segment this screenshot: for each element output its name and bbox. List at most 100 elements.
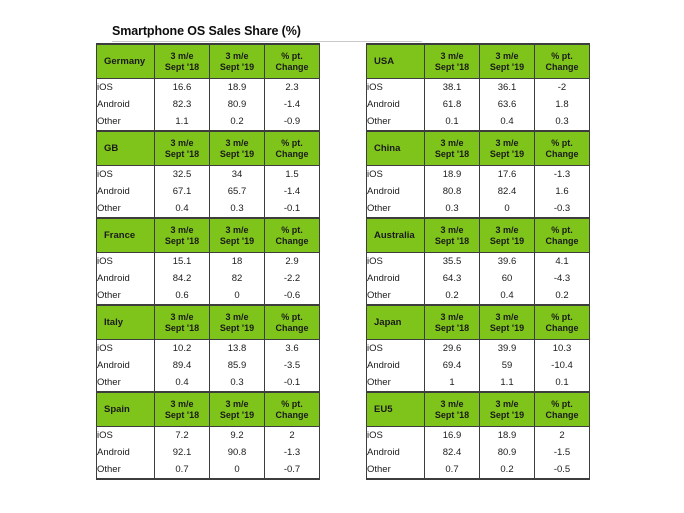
header-period-previous: 3 m/e Sept '18 <box>154 130 210 166</box>
value-period-current: 39.6 <box>479 252 535 270</box>
table-row: Android 92.1 90.8 -1.3 <box>96 444 320 461</box>
value-period-current: 80.9 <box>209 96 265 113</box>
value-period-current: 17.6 <box>479 165 535 183</box>
value-period-current: 0.4 <box>479 287 535 305</box>
value-period-current: 0.4 <box>479 113 535 131</box>
table-row: Other 0.3 0 -0.3 <box>366 200 590 218</box>
value-period-previous: 10.2 <box>154 339 210 357</box>
header-change: % pt. Change <box>264 391 320 427</box>
header-period-previous: 3 m/e Sept '18 <box>424 391 480 427</box>
region-block: USA 3 m/e Sept '18 3 m/e Sept '19% pt. Change… <box>366 43 590 131</box>
table-row: Other 1 1.1 0.1 <box>366 374 590 392</box>
table-row: Android 80.8 82.4 1.6 <box>366 183 590 200</box>
value-period-current: 0 <box>479 200 535 218</box>
os-name: Android <box>366 357 425 374</box>
region-name: Australia <box>366 217 425 253</box>
value-change: 2 <box>264 426 320 444</box>
header-period-current: 3 m/e Sept '19 <box>209 217 265 253</box>
header-period-current: 3 m/e Sept '19 <box>479 304 535 340</box>
value-period-previous: 32.5 <box>154 165 210 183</box>
value-period-previous: 80.8 <box>424 183 480 200</box>
table-row: iOS 16.6 18.9 2.3 <box>96 78 320 96</box>
os-name: iOS <box>366 426 425 444</box>
os-name: iOS <box>96 252 155 270</box>
header-period-previous: 3 m/e Sept '18 <box>154 217 210 253</box>
value-change: 0.2 <box>534 287 590 305</box>
header-period-previous: 3 m/e Sept '18 <box>424 304 480 340</box>
value-change: -1.3 <box>264 444 320 461</box>
header-period-current: 3 m/e Sept '19 <box>479 217 535 253</box>
value-period-current: 65.7 <box>209 183 265 200</box>
value-period-previous: 0.7 <box>154 461 210 480</box>
value-change: 10.3 <box>534 339 590 357</box>
value-period-current: 1.1 <box>479 374 535 392</box>
table-row: iOS 16.9 18.9 2 <box>366 426 590 444</box>
value-period-previous: 16.9 <box>424 426 480 444</box>
value-period-previous: 92.1 <box>154 444 210 461</box>
value-change: 3.6 <box>264 339 320 357</box>
value-change: -10.4 <box>534 357 590 374</box>
os-name: iOS <box>96 165 155 183</box>
region-header-row: Germany 3 m/e Sept '18 3 m/e Sept '19% pt. Ch… <box>96 43 320 79</box>
table-row: iOS 10.2 13.8 3.6 <box>96 339 320 357</box>
table-row: Other 0.1 0.4 0.3 <box>366 113 590 131</box>
table-row: Other 0.7 0.2 -0.5 <box>366 461 590 480</box>
value-period-previous: 0.3 <box>424 200 480 218</box>
region-block: Italy 3 m/e Sept '18 3 m/e Sept '19% pt. Chan… <box>96 304 320 392</box>
header-period-previous: 3 m/e Sept '18 <box>154 391 210 427</box>
region-block: EU5 3 m/e Sept '18 3 m/e Sept '19% pt. Change… <box>366 391 590 480</box>
value-period-previous: 35.5 <box>424 252 480 270</box>
value-period-current: 85.9 <box>209 357 265 374</box>
os-name: Other <box>366 200 425 218</box>
value-change: 4.1 <box>534 252 590 270</box>
value-period-previous: 0.7 <box>424 461 480 480</box>
value-period-current: 60 <box>479 270 535 287</box>
region-name: Spain <box>96 391 155 427</box>
os-name: Other <box>96 287 155 305</box>
value-change: -0.1 <box>264 200 320 218</box>
value-change: -3.5 <box>264 357 320 374</box>
value-change: 1.8 <box>534 96 590 113</box>
value-change: -2 <box>534 78 590 96</box>
os-name: Other <box>366 287 425 305</box>
region-header-row: GB 3 m/e Sept '18 3 m/e Sept '19% pt. Change <box>96 130 320 166</box>
value-period-previous: 1.1 <box>154 113 210 131</box>
table-row: iOS 15.1 18 2.9 <box>96 252 320 270</box>
value-period-current: 0.3 <box>209 374 265 392</box>
region-name: Japan <box>366 304 425 340</box>
value-period-current: 18.9 <box>209 78 265 96</box>
os-name: Android <box>366 270 425 287</box>
value-period-current: 34 <box>209 165 265 183</box>
value-period-previous: 82.3 <box>154 96 210 113</box>
header-change: % pt. Change <box>534 217 590 253</box>
value-period-previous: 82.4 <box>424 444 480 461</box>
header-period-current: 3 m/e Sept '19 <box>209 43 265 79</box>
header-period-previous: 3 m/e Sept '18 <box>424 130 480 166</box>
title-underline <box>112 41 422 42</box>
region-block: Germany 3 m/e Sept '18 3 m/e Sept '19% pt. Ch… <box>96 43 320 131</box>
value-period-previous: 38.1 <box>424 78 480 96</box>
table-row: iOS 32.5 34 1.5 <box>96 165 320 183</box>
os-name: Android <box>96 183 155 200</box>
region-block: France 3 m/e Sept '18 3 m/e Sept '19% pt. Cha… <box>96 217 320 305</box>
table-row: Android 61.8 63.6 1.8 <box>366 96 590 113</box>
value-change: 0.1 <box>534 374 590 392</box>
os-name: Other <box>96 374 155 392</box>
value-period-previous: 67.1 <box>154 183 210 200</box>
header-period-current: 3 m/e Sept '19 <box>479 130 535 166</box>
region-name: Germany <box>96 43 155 79</box>
region-block: China 3 m/e Sept '18 3 m/e Sept '19% pt. Chan… <box>366 130 590 218</box>
os-name: Other <box>96 200 155 218</box>
header-change: % pt. Change <box>264 43 320 79</box>
header-period-current: 3 m/e Sept '19 <box>209 391 265 427</box>
table-row: iOS 38.1 36.1 -2 <box>366 78 590 96</box>
value-period-current: 90.8 <box>209 444 265 461</box>
os-name: iOS <box>96 78 155 96</box>
value-period-previous: 29.6 <box>424 339 480 357</box>
region-header-row: Australia 3 m/e Sept '18 3 m/e Sept '19% pt.… <box>366 217 590 253</box>
region-header-row: Japan 3 m/e Sept '18 3 m/e Sept '19% pt. Chan… <box>366 304 590 340</box>
os-name: Other <box>366 461 425 480</box>
os-name: iOS <box>366 165 425 183</box>
value-change: -0.1 <box>264 374 320 392</box>
region-name: China <box>366 130 425 166</box>
